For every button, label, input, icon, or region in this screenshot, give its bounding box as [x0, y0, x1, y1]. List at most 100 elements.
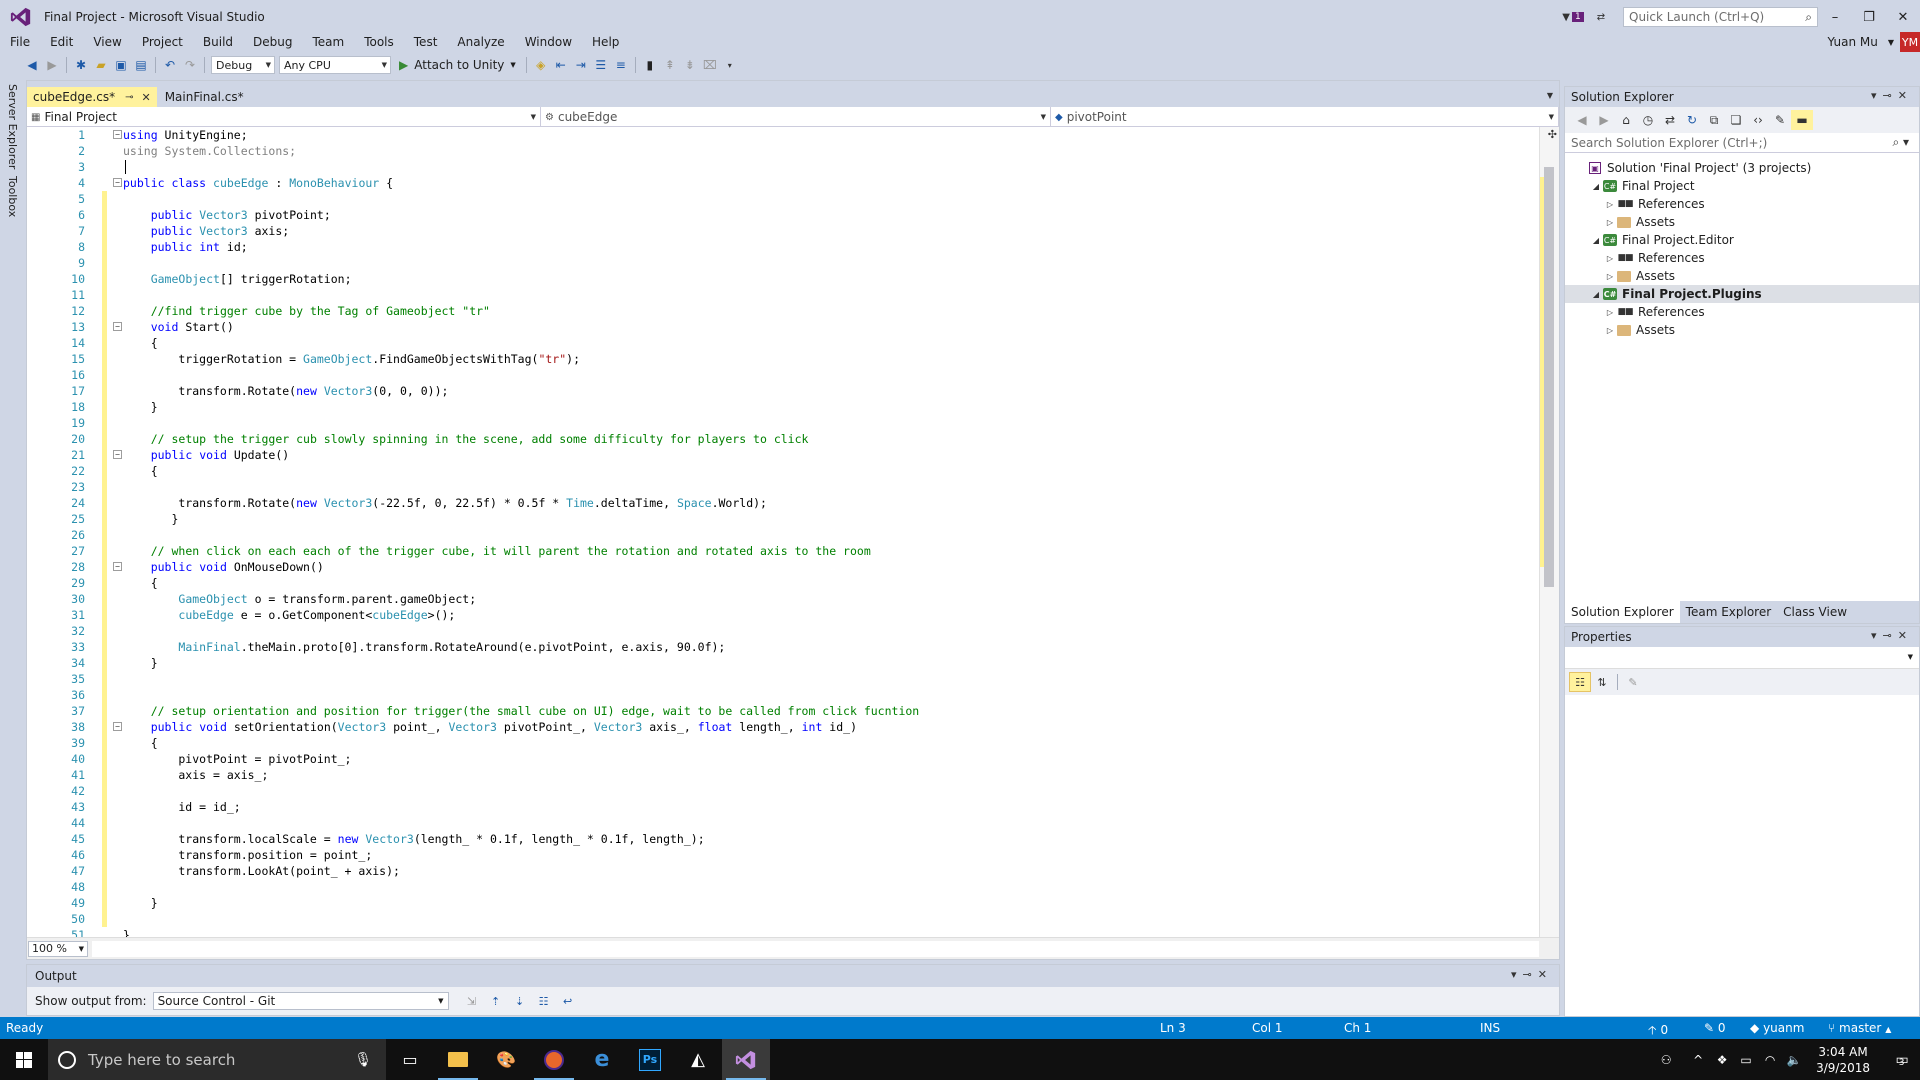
outdent-icon[interactable]: ⇥ — [571, 55, 591, 75]
clock[interactable]: 3:04 AM 3/9/2018 — [1816, 1044, 1870, 1076]
vertical-scrollbar[interactable] — [1539, 127, 1559, 937]
menu-help[interactable]: Help — [582, 35, 629, 49]
file-explorer-icon[interactable] — [434, 1039, 482, 1080]
show-all-files-icon[interactable]: ❏ — [1725, 110, 1747, 130]
menu-window[interactable]: Window — [515, 35, 582, 49]
photoshop-icon[interactable]: Ps — [626, 1039, 674, 1080]
volume-icon[interactable]: 🔈 — [1782, 1053, 1806, 1067]
preview-icon[interactable]: ▬ — [1791, 110, 1813, 130]
toolbar-overflow-icon[interactable]: ▾ — [720, 55, 740, 75]
tree-item[interactable]: ▷ ■■ References — [1565, 195, 1919, 213]
tree-item[interactable]: ▷ ■■ References — [1565, 249, 1919, 267]
new-project-icon[interactable]: ✱ — [71, 55, 91, 75]
collapse-region-toggle[interactable]: − — [113, 450, 122, 459]
output-source-select[interactable]: Source Control - Git ▼ — [152, 992, 449, 1010]
tab-solution-explorer[interactable]: Solution Explorer — [1565, 601, 1680, 623]
collapse-region-toggle[interactable]: − — [113, 562, 122, 571]
repository[interactable]: ◆ yuanm — [1750, 1021, 1804, 1035]
notifications-button[interactable]: ▼ 1 — [1559, 9, 1587, 25]
battery-icon[interactable]: ▭ — [1734, 1053, 1758, 1067]
collapse-region-toggle[interactable]: − — [113, 130, 122, 139]
project-dropdown[interactable]: ▦ Final Project ▼ — [27, 107, 541, 127]
account-area[interactable]: Yuan Mu ▼ YM — [1828, 32, 1920, 52]
previous-message-icon[interactable]: ⇡ — [485, 991, 507, 1011]
back-icon[interactable]: ◀ — [1571, 110, 1593, 130]
indent-icon[interactable]: ⇤ — [551, 55, 571, 75]
tree-item[interactable]: ▷ ■■ References — [1565, 303, 1919, 321]
save-all-icon[interactable]: ▤ — [131, 55, 151, 75]
pane-controls[interactable]: ▾⊸✕ — [1511, 968, 1553, 981]
edge-icon[interactable]: e — [578, 1039, 626, 1080]
word-wrap-icon[interactable]: ↩ — [557, 991, 579, 1011]
clear-all-icon[interactable]: ☷ — [533, 991, 555, 1011]
taskbar-search-input[interactable]: Type here to search 🎙 — [48, 1039, 386, 1080]
tab-class-view[interactable]: Class View — [1777, 601, 1853, 623]
undo-icon[interactable]: ↶ — [160, 55, 180, 75]
close-icon[interactable]: ✕ — [141, 91, 150, 104]
dropbox-icon[interactable]: ❖ — [1710, 1053, 1734, 1067]
zoom-select[interactable]: 100 % ▼ — [28, 940, 88, 957]
forward-icon[interactable]: ▶ — [42, 55, 62, 75]
tree-item[interactable]: ◢ C# Final Project.Editor — [1565, 231, 1919, 249]
next-bookmark-icon[interactable]: ⇟ — [680, 55, 700, 75]
menu-build[interactable]: Build — [193, 35, 243, 49]
tab-mainfinal[interactable]: MainFinal.cs* — [159, 87, 250, 107]
collapse-region-toggle[interactable]: − — [113, 322, 122, 331]
alphabetical-icon[interactable]: ⇅ — [1591, 672, 1613, 692]
scrollbar-thumb[interactable] — [1544, 167, 1554, 587]
menu-analyze[interactable]: Analyze — [447, 35, 514, 49]
back-icon[interactable]: ◀ — [22, 55, 42, 75]
unity-icon[interactable]: ◭ — [674, 1039, 722, 1080]
pane-controls[interactable]: ▾⊸✕ — [1871, 629, 1913, 642]
history-icon[interactable]: ◷ — [1637, 110, 1659, 130]
member-dropdown[interactable]: ◆ pivotPoint ▼ — [1051, 107, 1559, 127]
minimize-button[interactable]: – — [1818, 0, 1852, 34]
quick-launch-input[interactable]: Quick Launch (Ctrl+Q) ⌕ — [1623, 7, 1818, 27]
menu-view[interactable]: View — [83, 35, 131, 49]
pane-controls[interactable]: ▾⊸✕ — [1871, 89, 1913, 102]
tree-item[interactable]: ◢ C# Final Project.Plugins — [1565, 285, 1919, 303]
collapsed-arrow-icon[interactable]: ▷ — [1603, 308, 1617, 317]
attach-to-unity-button[interactable]: ▶ Attach to Unity ▼ — [399, 58, 516, 72]
home-icon[interactable]: ⌂ — [1615, 110, 1637, 130]
toolbox-tab[interactable]: Toolbox — [6, 176, 19, 217]
collapsed-arrow-icon[interactable]: ▷ — [1603, 254, 1617, 263]
wifi-icon[interactable]: ◠ — [1758, 1053, 1782, 1067]
collapse-all-icon[interactable]: ⧉ — [1703, 110, 1725, 130]
restore-button[interactable]: ❐ — [1852, 0, 1886, 34]
menu-file[interactable]: File — [0, 35, 40, 49]
properties-icon[interactable]: ✎ — [1769, 110, 1791, 130]
expanded-arrow-icon[interactable]: ◢ — [1589, 290, 1603, 299]
menu-debug[interactable]: Debug — [243, 35, 302, 49]
collapsed-arrow-icon[interactable]: ▷ — [1603, 326, 1617, 335]
menu-test[interactable]: Test — [404, 35, 448, 49]
categorized-icon[interactable]: ☷ — [1569, 672, 1591, 692]
save-icon[interactable]: ▣ — [111, 55, 131, 75]
expanded-arrow-icon[interactable]: ◢ — [1589, 182, 1603, 191]
menu-project[interactable]: Project — [132, 35, 193, 49]
tree-item[interactable]: ▷ Assets — [1565, 213, 1919, 231]
view-code-icon[interactable]: ‹› — [1747, 110, 1769, 130]
chevron-up-icon[interactable]: ^ — [1686, 1053, 1710, 1067]
task-view-icon[interactable]: ▭ — [386, 1039, 434, 1080]
firefox-icon[interactable] — [530, 1039, 578, 1080]
avatar[interactable]: YM — [1900, 32, 1920, 52]
uncomment-icon[interactable]: ≡ — [611, 55, 631, 75]
collapsed-arrow-icon[interactable]: ▷ — [1603, 272, 1617, 281]
collapsed-arrow-icon[interactable]: ▷ — [1603, 200, 1617, 209]
collapse-region-toggle[interactable]: − — [113, 722, 122, 731]
action-center-button[interactable]: ▭ 3 — [1880, 1039, 1920, 1080]
people-icon[interactable]: ⚇ — [1654, 1053, 1678, 1067]
feedback-icon[interactable]: ⇄ — [1587, 9, 1615, 25]
close-button[interactable]: ✕ — [1886, 0, 1920, 34]
clear-bookmarks-icon[interactable]: ⌧ — [700, 55, 720, 75]
tree-item[interactable]: ▷ Assets — [1565, 321, 1919, 339]
comment-icon[interactable]: ☰ — [591, 55, 611, 75]
pin-icon[interactable]: ⊸ — [125, 92, 133, 103]
microphone-icon[interactable]: 🎙 — [354, 1052, 372, 1068]
properties-object-select[interactable]: ▼ — [1565, 647, 1919, 669]
expanded-arrow-icon[interactable]: ◢ — [1589, 236, 1603, 245]
paint-icon[interactable]: 🎨 — [482, 1039, 530, 1080]
prev-bookmark-icon[interactable]: ⇞ — [660, 55, 680, 75]
menu-team[interactable]: Team — [302, 35, 354, 49]
